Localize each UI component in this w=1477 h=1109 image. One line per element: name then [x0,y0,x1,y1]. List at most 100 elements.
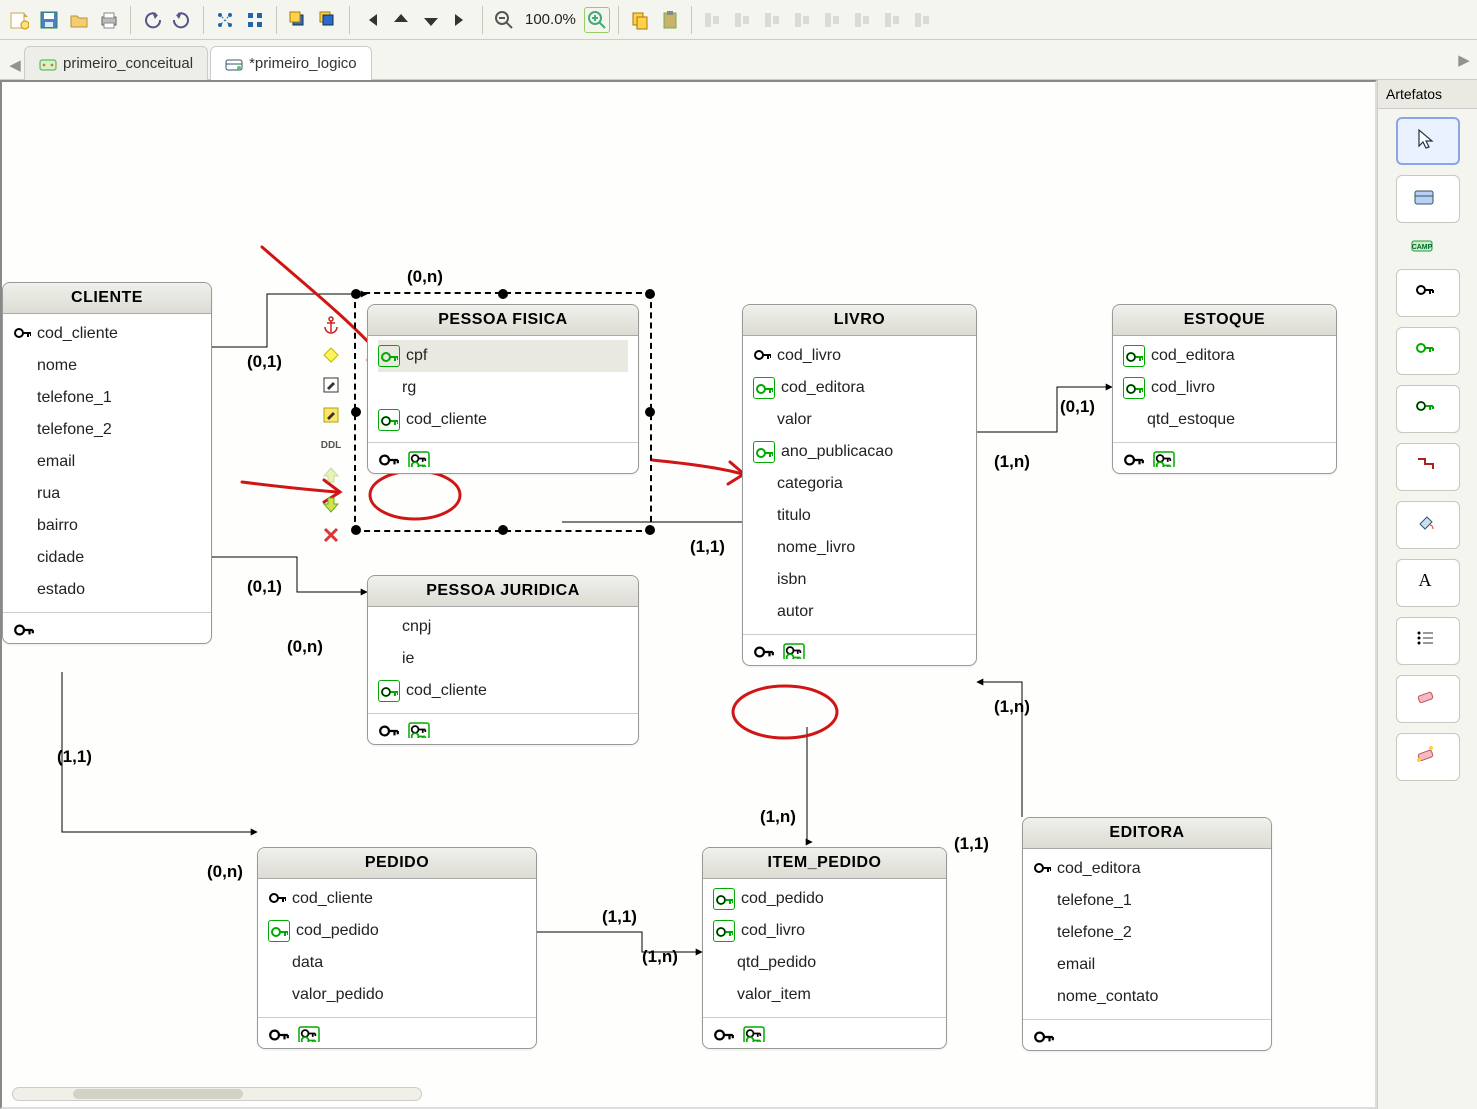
entity-title: ESTOQUE [1113,305,1336,336]
entity-livro[interactable]: LIVRO cod_livro cod_editora valor ano_pu… [742,304,977,666]
tab-primeiro-conceitual[interactable]: primeiro_conceitual [24,46,208,80]
entity-pessoa-juridica[interactable]: PESSOA JURIDICA cnpj ie cod_cliente [367,575,639,745]
tab-scroll-right[interactable]: ▶ [1455,46,1473,74]
attr-label: cod_livro [777,347,841,365]
palette-camp-tool[interactable] [1396,233,1460,259]
attr-label: valor_item [737,986,811,1004]
attr-label: cnpj [402,618,431,636]
save-button[interactable] [36,7,62,33]
palette-connection-tool[interactable] [1396,443,1460,491]
palette-text-tool[interactable] [1396,559,1460,607]
snap-points-button[interactable] [212,7,238,33]
up-disabled-icon [320,464,342,486]
pk-key-icon [378,720,400,738]
palette-eraser-multi-tool[interactable] [1396,733,1460,781]
ddl-tool-label[interactable]: DDL [320,434,342,456]
fk-key-icon [1123,377,1145,399]
anchor-tool-icon[interactable] [320,314,342,336]
edit-yellow-tool-icon[interactable] [320,404,342,426]
fk-key-icon [378,345,400,367]
cardinality-label: (0,1) [247,577,282,597]
fk-key-icon [713,888,735,910]
send-back-button[interactable] [315,7,341,33]
entity-pessoa-fisica[interactable]: PESSOA FISICA cpf rg cod_cliente [367,304,639,474]
tab-logico-icon [225,57,243,71]
attr-label: email [37,453,75,471]
attr-label: valor [777,411,812,429]
palette-eraser-tool[interactable] [1396,675,1460,723]
palette-fill-tool[interactable] [1396,501,1460,549]
undo-button[interactable] [139,7,165,33]
attr-label: cod_livro [1151,379,1215,397]
attr-label: nome_contato [1057,988,1158,1006]
attr-label: telefone_2 [1057,924,1132,942]
entity-title: PEDIDO [258,848,536,879]
align-center-v-button[interactable] [850,7,876,33]
diamond-tool-icon[interactable] [320,344,342,366]
align-left-button[interactable] [700,7,726,33]
pk-key-icon [753,345,771,368]
down-tool-icon[interactable] [320,494,342,516]
nav-up-button[interactable] [388,7,414,33]
entity-editora[interactable]: EDITORA cod_editora telefone_1 telefone_… [1022,817,1272,1051]
attr-label: estado [37,581,85,599]
tab-scroll-left[interactable]: ◀ [6,51,24,79]
edit-tool-icon[interactable] [320,374,342,396]
attr-label: qtd_pedido [737,954,816,972]
tab-primeiro-logico[interactable]: *primeiro_logico [210,46,372,80]
cardinality-label: (1,1) [602,907,637,927]
palette-pk-tool[interactable] [1396,269,1460,317]
nav-down-button[interactable] [418,7,444,33]
new-file-button[interactable] [6,7,32,33]
diagram-canvas[interactable]: CLIENTE cod_cliente nome telefone_1 tele… [0,80,1377,1109]
delete-tool-icon[interactable] [320,524,342,546]
align-center-h-button[interactable] [820,7,846,33]
entity-item-pedido[interactable]: ITEM_PEDIDO cod_pedido cod_livro qtd_ped… [702,847,947,1049]
attr-label: cod_cliente [406,682,487,700]
pk-key-icon [268,888,286,911]
horizontal-scrollbar[interactable] [12,1087,422,1101]
fk-key-icon [753,441,775,463]
attr-label: isbn [777,571,806,589]
same-height-button[interactable] [910,7,936,33]
align-right-button[interactable] [730,7,756,33]
zoom-out-button[interactable] [491,7,517,33]
print-button[interactable] [96,7,122,33]
cardinality-label: (0,1) [1060,397,1095,417]
palette-list-tool[interactable] [1396,617,1460,665]
pk-key-icon [13,323,31,346]
entity-pedido[interactable]: PEDIDO cod_cliente cod_pedido data valor… [257,847,537,1049]
attr-label: telefone_2 [37,421,112,439]
attr-label: data [292,954,323,972]
cardinality-label: (1,1) [57,747,92,767]
tab-label: *primeiro_logico [249,55,357,72]
same-width-button[interactable] [880,7,906,33]
palette-table-tool[interactable] [1396,175,1460,223]
nav-last-button[interactable] [448,7,474,33]
align-top-button[interactable] [760,7,786,33]
attr-label: categoria [777,475,843,493]
palette-cursor-tool[interactable] [1396,117,1460,165]
entity-title: CLIENTE [3,283,211,314]
snap-grid-button[interactable] [242,7,268,33]
fk-keybar-icon [408,720,430,738]
open-button[interactable] [66,7,92,33]
cardinality-label: (0,n) [287,637,323,657]
palette-pkfk-tool[interactable] [1396,385,1460,433]
redo-button[interactable] [169,7,195,33]
fk-keybar-icon [408,449,430,467]
cardinality-label: (1,n) [994,697,1030,717]
palette-fk-tool[interactable] [1396,327,1460,375]
align-bottom-button[interactable] [790,7,816,33]
entity-cliente[interactable]: CLIENTE cod_cliente nome telefone_1 tele… [2,282,212,644]
main-toolbar: 100.0% [0,0,1477,40]
bring-front-button[interactable] [285,7,311,33]
attr-label: cod_livro [741,922,805,940]
paste-button[interactable] [657,7,683,33]
fk-key-icon [1123,345,1145,367]
entity-estoque[interactable]: ESTOQUE cod_editora cod_livro qtd_estoqu… [1112,304,1337,474]
copy-button[interactable] [627,7,653,33]
attr-label: ano_publicacao [781,443,893,461]
zoom-in-button[interactable] [584,7,610,33]
nav-first-button[interactable] [358,7,384,33]
